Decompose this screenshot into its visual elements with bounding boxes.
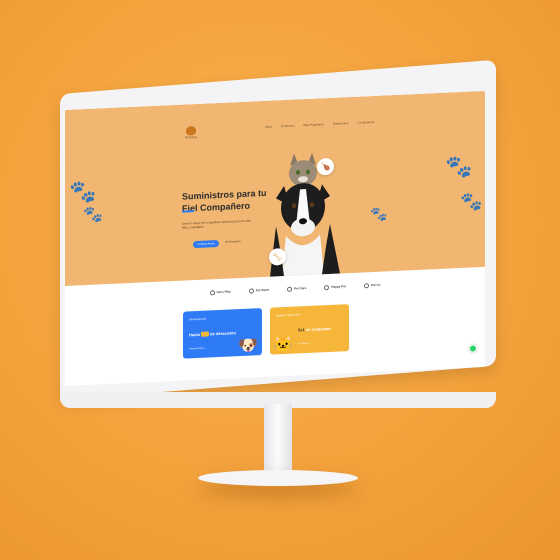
brand-logo: Pet Co bbox=[363, 282, 380, 288]
hero-title-accent: Fiel bbox=[182, 202, 198, 214]
paw-icon: 🐾 bbox=[83, 206, 103, 225]
hero-title-line1: Suministros para tu bbox=[182, 187, 267, 202]
promo-link[interactable]: Ver Promo → bbox=[298, 343, 311, 346]
paw-icon: 🐾 bbox=[460, 191, 483, 213]
promo-card-discount[interactable]: Oferta Especial Hasta 00% de descuento C… bbox=[183, 308, 262, 359]
hero-section: 🐾 🐾 🐾 🐾 🐾 PetShop Inicio Productos Más P… bbox=[65, 90, 485, 286]
hero-title: Suministros para tu Fiel Compañero bbox=[182, 186, 282, 215]
cat-image: 🐱 bbox=[273, 335, 293, 354]
brand-logo: Pet Care bbox=[287, 286, 306, 292]
dog-image: 🐶 bbox=[238, 337, 258, 356]
nav-item-inicio[interactable]: Inicio bbox=[265, 125, 272, 129]
promo-card-2x1[interactable]: Regalo de Bienvenida 2x1 en croquetas Ve… bbox=[270, 304, 349, 355]
hero-subtitle: Lleva lo mejor de compañías veraces para… bbox=[182, 218, 251, 230]
monitor-stand-neck bbox=[264, 404, 292, 474]
brand-logo: Fur Paws bbox=[248, 287, 269, 294]
promo-tag: Regalo de Bienvenida bbox=[276, 313, 301, 318]
monitor-stand-base bbox=[198, 470, 358, 486]
whatsapp-icon[interactable] bbox=[469, 344, 477, 353]
main-nav: Inicio Productos Más Populares Testimoni… bbox=[265, 120, 374, 129]
nav-item-contacto[interactable]: Contáctanos bbox=[357, 120, 374, 125]
logo-text: PetShop bbox=[185, 135, 197, 140]
monitor: 🐾 🐾 🐾 🐾 🐾 PetShop Inicio Productos Más P… bbox=[0, 0, 560, 560]
paw-icon: 🐾 bbox=[69, 178, 97, 205]
brand-logo: Happy Pet bbox=[324, 284, 346, 290]
brand-logo: Cat's Play bbox=[209, 289, 231, 295]
nav-item-testimonios[interactable]: Testimonios bbox=[333, 121, 349, 126]
nav-item-productos[interactable]: Productos bbox=[281, 124, 295, 129]
website-screen: 🐾 🐾 🐾 🐾 🐾 PetShop Inicio Productos Más P… bbox=[65, 90, 485, 386]
hero-title-line2: Compañero bbox=[197, 200, 251, 213]
promo-headline: Hasta 00% de descuento bbox=[189, 330, 236, 338]
nav-item-populares[interactable]: Más Populares bbox=[304, 122, 324, 127]
shop-now-button[interactable]: Comprar Ahora bbox=[193, 240, 219, 249]
paw-icon: 🐾 bbox=[370, 205, 388, 223]
paw-icon: 🐾 bbox=[445, 153, 473, 180]
promo-tag: Oferta Especial bbox=[189, 317, 207, 322]
site-logo[interactable]: PetShop bbox=[185, 126, 197, 141]
promo-headline: 2x1 en croquetas bbox=[298, 325, 331, 333]
promo-link[interactable]: Comprar Ahora → bbox=[189, 348, 207, 351]
view-products-link[interactable]: Ver Productos bbox=[225, 240, 241, 244]
